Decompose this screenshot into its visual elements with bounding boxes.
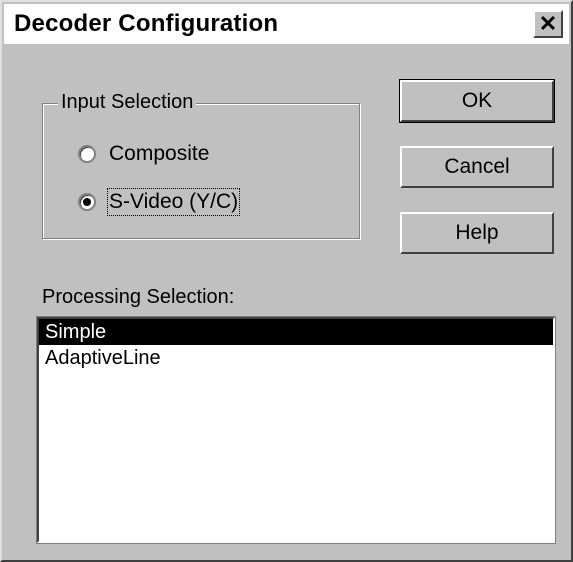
radio-s-video-label[interactable]: S-Video (Y/C) [106,188,241,216]
radio-s-video[interactable]: S-Video (Y/C) [78,188,241,216]
close-icon: ✕ [538,11,558,36]
list-item-adaptiveline[interactable]: AdaptiveLine [39,345,553,371]
list-item-simple[interactable]: Simple [39,319,553,345]
ok-button[interactable]: OK [399,79,555,123]
input-selection-label: Input Selection [58,91,197,114]
title-bar: Decoder Configuration ✕ [4,4,569,44]
radio-composite-label[interactable]: Composite [109,142,209,166]
decoder-configuration-dialog: Decoder Configuration ✕ Input Selection … [0,0,573,562]
processing-selection-label: Processing Selection: [42,286,235,308]
dialog-title: Decoder Configuration [14,10,279,37]
radio-s-video-indicator[interactable] [78,193,96,211]
close-button[interactable]: ✕ [533,10,563,38]
radio-composite[interactable]: Composite [78,142,209,166]
help-button[interactable]: Help [400,212,554,254]
cancel-button[interactable]: Cancel [400,146,554,188]
input-selection-group [42,103,360,239]
processing-selection-listbox[interactable]: Simple AdaptiveLine [36,316,556,544]
radio-composite-indicator[interactable] [78,145,96,163]
